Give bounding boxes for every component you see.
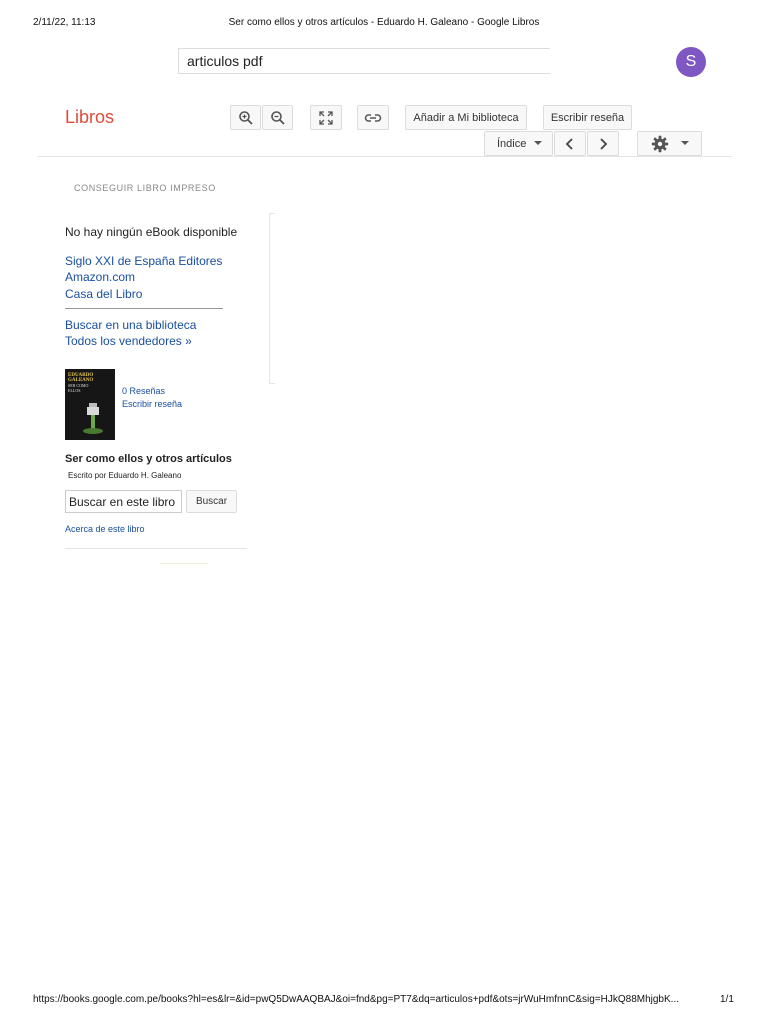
search-in-book-button[interactable]: Buscar <box>186 490 237 513</box>
zoom-in-icon <box>238 110 253 125</box>
link-icon <box>364 113 382 122</box>
no-ebook-text: No hay ningún eBook disponible <box>65 225 238 239</box>
add-to-library-button[interactable]: Añadir a Mi biblioteca <box>405 105 527 130</box>
dropdown-arrow-icon <box>534 141 543 145</box>
write-review-button[interactable]: Escribir reseña <box>543 105 632 130</box>
zoom-out-button[interactable] <box>262 105 293 130</box>
dropdown-arrow-icon <box>680 141 689 145</box>
header-divider <box>37 156 732 157</box>
seller-link-amazon[interactable]: Amazon.com <box>65 270 135 284</box>
seller-link-casa-del-libro[interactable]: Casa del Libro <box>65 287 142 301</box>
zoom-in-button[interactable] <box>230 105 261 130</box>
account-avatar[interactable]: S <box>676 47 706 77</box>
sidebar-faint-divider <box>160 563 208 564</box>
index-dropdown[interactable]: Índice <box>484 131 553 156</box>
print-url: https://books.google.com.pe/books?hl=es&… <box>33 994 679 1005</box>
gear-icon <box>651 135 668 152</box>
index-label: Índice <box>497 137 527 150</box>
zoom-out-icon <box>270 110 285 125</box>
print-page-number: 1/1 <box>720 994 734 1005</box>
seller-link-siglo-xxi[interactable]: Siglo XXI de España Editores <box>65 254 222 268</box>
next-page-button[interactable] <box>587 131 619 156</box>
chevron-right-icon <box>600 137 608 150</box>
get-print-book-heading: CONSEGUIR LIBRO IMPRESO <box>74 183 216 193</box>
book-cover-thumbnail[interactable]: EDUARDO GALEANO SER COMO ELLOS <box>65 369 115 440</box>
chevron-left-icon <box>565 137 573 150</box>
search-input[interactable] <box>178 48 550 74</box>
sidebar-bottom-divider <box>65 548 247 549</box>
find-in-library-link[interactable]: Buscar en una biblioteca <box>65 318 196 332</box>
search-in-book-input[interactable] <box>65 490 182 513</box>
book-title: Ser como ellos y otros artículos <box>65 453 232 465</box>
book-viewer-pane[interactable] <box>269 213 275 384</box>
sellers-divider <box>65 308 223 309</box>
settings-dropdown[interactable] <box>637 131 702 156</box>
cover-illustration <box>83 403 103 434</box>
reviews-count-link[interactable]: 0 Reseñas <box>122 386 165 396</box>
write-review-link[interactable]: Escribir reseña <box>122 399 182 409</box>
print-page-title: Ser como ellos y otros artículos - Eduar… <box>228 17 540 28</box>
brand-logo[interactable]: Libros <box>65 107 114 128</box>
all-sellers-link[interactable]: Todos los vendedores » <box>65 334 192 348</box>
about-this-book-link[interactable]: Acerca de este libro <box>65 524 145 534</box>
link-button[interactable] <box>357 105 389 130</box>
fullscreen-button[interactable] <box>310 105 342 130</box>
previous-page-button[interactable] <box>554 131 586 156</box>
book-author: Escrito por Eduardo H. Galeano <box>68 471 182 480</box>
fullscreen-icon <box>319 110 333 125</box>
